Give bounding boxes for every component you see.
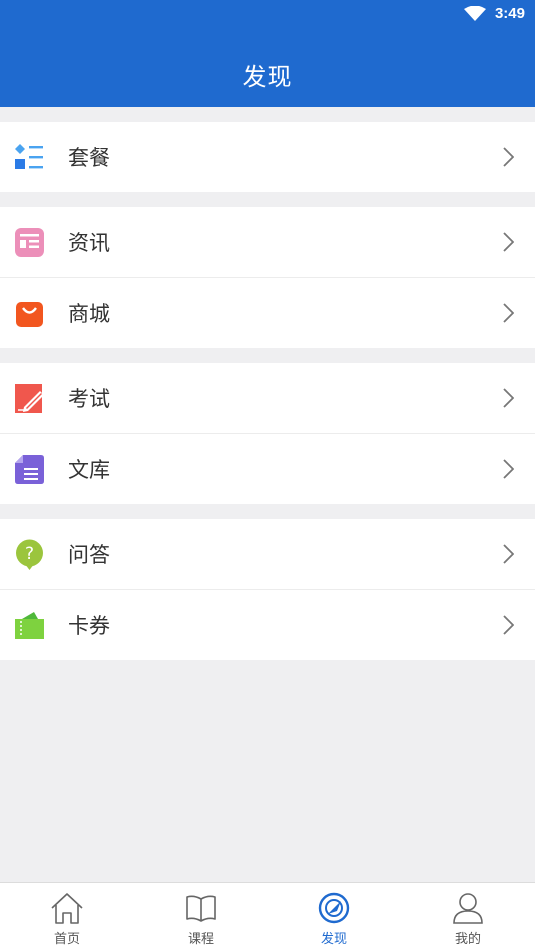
tab-discover[interactable]: 发现: [267, 883, 401, 951]
compass-icon: [318, 892, 350, 924]
package-icon: [15, 144, 43, 169]
menu-group-3: 考试 文库: [0, 363, 535, 504]
menu-item-label: 文库: [68, 458, 110, 482]
tab-courses[interactable]: 课程: [134, 883, 268, 951]
tab-label: 发现: [320, 932, 347, 947]
user-icon: [453, 893, 483, 924]
tab-home[interactable]: 首页: [0, 883, 134, 951]
ticket-icon: [15, 612, 44, 639]
tab-label: 首页: [53, 932, 80, 947]
menu-item-library[interactable]: 文库: [0, 433, 535, 504]
page-title: 发现: [242, 63, 293, 91]
bottom-tab-bar: 首页 课程 发现 我的: [0, 882, 535, 951]
chevron-right-icon: [503, 388, 514, 408]
book-icon: [186, 895, 216, 922]
chevron-right-icon: [503, 303, 514, 323]
menu-item-news[interactable]: 资讯: [0, 207, 535, 277]
chevron-right-icon: [503, 459, 514, 479]
shop-bag-icon: [16, 302, 43, 327]
menu-item-label: 考试: [68, 387, 110, 411]
status-time: 3:49: [494, 5, 525, 22]
menu-item-qa[interactable]: ? 问答: [0, 519, 535, 589]
menu-group-2: 资讯 商城: [0, 207, 535, 348]
menu-item-label: 问答: [68, 543, 110, 567]
question-bubble-icon: ?: [16, 539, 43, 570]
menu-group-1: 套餐: [0, 122, 535, 192]
chevron-right-icon: [503, 147, 514, 167]
tab-mine[interactable]: 我的: [401, 883, 535, 951]
menu-item-exam[interactable]: 考试: [0, 363, 535, 433]
menu-item-shop[interactable]: 商城: [0, 277, 535, 348]
menu-group-4: ? 问答 卡券: [0, 519, 535, 660]
home-icon: [51, 893, 83, 924]
menu-item-label: 套餐: [68, 146, 110, 170]
menu-item-package[interactable]: 套餐: [0, 122, 535, 192]
document-icon: [15, 455, 44, 484]
menu-item-coupon[interactable]: 卡券: [0, 589, 535, 660]
menu-item-label: 商城: [68, 302, 110, 326]
chevron-right-icon: [503, 232, 514, 252]
tab-label: 我的: [454, 932, 481, 947]
news-icon: [15, 228, 44, 257]
menu-item-label: 资讯: [68, 231, 110, 255]
chevron-right-icon: [503, 615, 514, 635]
app-header: 3:49 发现: [0, 0, 535, 107]
menu-item-label: 卡券: [68, 614, 110, 638]
tab-label: 课程: [187, 932, 214, 947]
exam-pen-icon: [15, 384, 44, 413]
svg-text:?: ?: [25, 544, 34, 564]
chevron-right-icon: [503, 544, 514, 564]
wifi-icon: [464, 6, 486, 21]
